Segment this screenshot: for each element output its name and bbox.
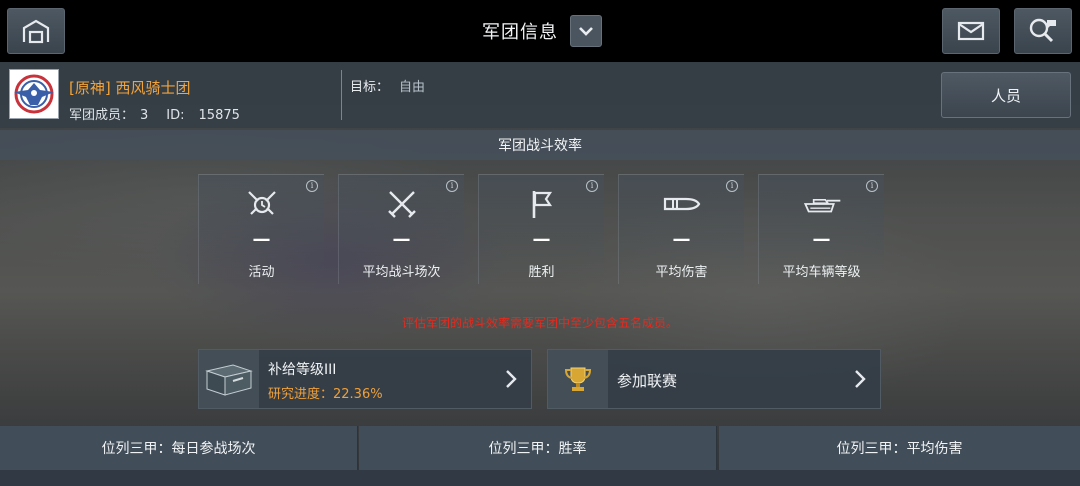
tank-icon: [802, 187, 842, 221]
stat-value: —: [252, 229, 271, 250]
stat-value: —: [532, 229, 551, 250]
clan-id: 15875: [198, 108, 240, 123]
efficiency-warning: 评估军团的战斗效率需要军团中至少包含五名成员。: [401, 316, 678, 330]
league-title: 参加联赛: [617, 372, 678, 390]
stat-value: —: [812, 229, 831, 250]
supply-thumb: [199, 350, 259, 408]
tab-top3-daily-battles[interactable]: 位列三甲：每日参战场次: [0, 426, 358, 470]
supply-progress: 研究进度：22.36%: [268, 387, 383, 402]
divider: [341, 70, 342, 120]
clan-goal: 目标： 自由: [350, 76, 425, 95]
stat-card-avg-damage[interactable]: i — 平均伤害: [618, 174, 744, 284]
goal-value: 自由: [399, 80, 426, 95]
join-league-panel[interactable]: 参加联赛: [547, 349, 881, 409]
ranking-list-area: [0, 470, 1080, 486]
home-button[interactable]: [7, 8, 65, 54]
info-icon[interactable]: i: [586, 180, 598, 192]
supply-crate-icon: [205, 364, 253, 396]
chevron-right-icon: [506, 370, 517, 388]
clan-name: [原神] 西风骑士团: [69, 79, 191, 97]
title-selector[interactable]: 军团信息: [482, 14, 602, 48]
mail-icon: [957, 21, 985, 41]
top-bar: 军团信息: [0, 0, 1080, 62]
alarm-swords-icon: [242, 187, 282, 221]
stat-label: 平均车辆等级: [782, 265, 861, 280]
chevron-down-icon: [579, 27, 593, 36]
info-icon[interactable]: i: [446, 180, 458, 192]
id-label: ID:: [166, 108, 185, 123]
stat-card-avg-battles[interactable]: i — 平均战斗场次: [338, 174, 464, 284]
supply-title: 补给等级III: [268, 362, 337, 378]
stat-card-avg-tier[interactable]: i — 平均车辆等级: [758, 174, 884, 284]
chevron-right-icon: [855, 370, 866, 388]
mail-button[interactable]: [942, 8, 1000, 54]
league-thumb: [548, 350, 608, 408]
clan-info-bar: [原神] 西风骑士团 军团成员： 3 ID: 15875 目标： 自由 人员: [0, 62, 1080, 128]
stat-card-victories[interactable]: i — 胜利: [478, 174, 604, 284]
clan-emblem[interactable]: [9, 69, 59, 119]
trophy-icon: [564, 367, 592, 391]
supply-level-panel[interactable]: 补给等级III 研究进度：22.36%: [198, 349, 532, 409]
clan-emblem-icon: [14, 74, 54, 114]
title-dropdown-button[interactable]: [570, 15, 602, 47]
goal-label: 目标：: [350, 80, 390, 95]
tab-top3-winrate[interactable]: 位列三甲：胜率: [359, 426, 717, 470]
info-icon[interactable]: i: [866, 180, 878, 192]
members-label: 军团成员：: [69, 108, 135, 123]
page-title: 军团信息: [482, 22, 558, 43]
info-icon[interactable]: i: [726, 180, 738, 192]
clan-meta: 军团成员： 3 ID: 15875: [69, 104, 246, 123]
stat-value: —: [392, 229, 411, 250]
search-icon: [1029, 18, 1056, 43]
info-icon[interactable]: i: [306, 180, 318, 192]
hangar-icon: [22, 19, 50, 44]
shell-icon: [662, 187, 702, 221]
tab-top3-avg-damage[interactable]: 位列三甲：平均伤害: [719, 426, 1080, 470]
efficiency-header: 军团战斗效率: [0, 130, 1080, 160]
stat-value: —: [672, 229, 691, 250]
flag-icon: [522, 187, 562, 221]
search-clan-button[interactable]: [1014, 8, 1072, 54]
stat-card-activity[interactable]: i — 活动: [198, 174, 324, 284]
members-count: 3: [140, 108, 149, 123]
members-button[interactable]: 人员: [941, 72, 1071, 118]
crossed-swords-icon: [382, 187, 422, 221]
